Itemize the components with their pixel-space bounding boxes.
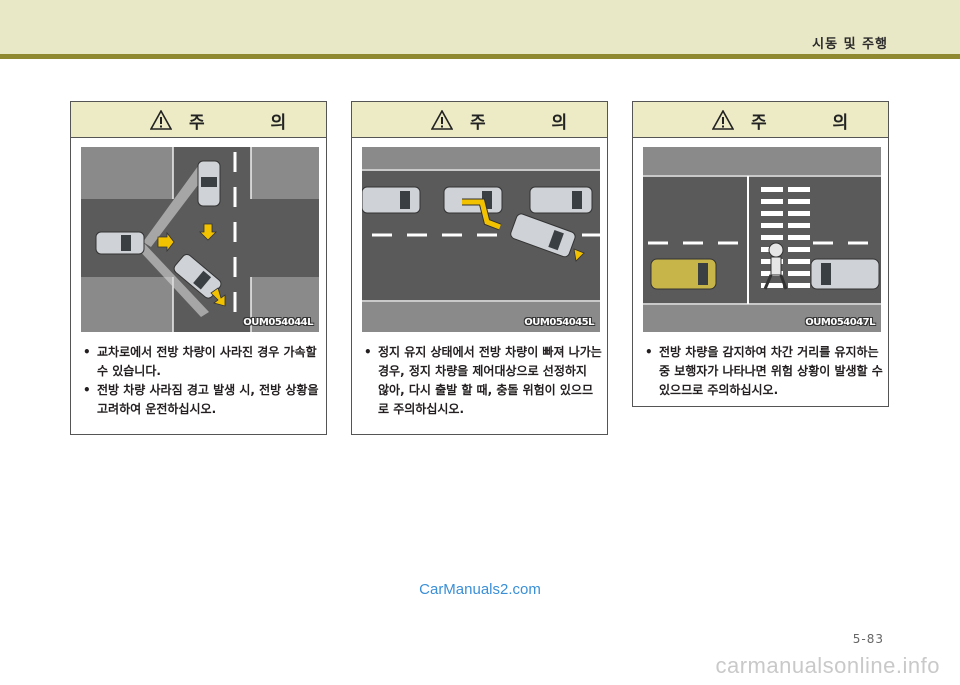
- caution-header: 주 의: [71, 102, 326, 138]
- caution-title: 주 의: [189, 113, 317, 133]
- figure-code: OUM054044L: [243, 317, 313, 328]
- bullet-item: 전방 차량을 감지하여 차간 거리를 유지하는 중 보행자가 나타나면 위험 상…: [645, 343, 883, 400]
- footer-watermark: carmanualsonline.info: [715, 653, 940, 678]
- caution-card-1: 주 의 OUM054044L • 교차로에서 전방 차량이 사라진 경우 가속할…: [70, 101, 327, 435]
- caution-header: 주 의: [352, 102, 607, 138]
- header-rule: [0, 54, 960, 59]
- warning-triangle-icon: [712, 110, 734, 130]
- bullet-item: 교차로에서 전방 차량이 사라진 경우 가속할 수 있습니다.: [83, 343, 321, 381]
- warning-triangle-icon: [150, 110, 172, 130]
- caution-card-3: 주 의 OUM054047L • 전방 차량을 감지하여 차간 거리를 유지하는…: [632, 101, 889, 407]
- section-title: 시동 및 주행: [812, 37, 888, 52]
- intersection-illustration: OUM054044L: [81, 147, 319, 332]
- watermark-link[interactable]: CarManuals2.com: [0, 581, 960, 598]
- figure-code: OUM054047L: [805, 317, 875, 328]
- bullet-list: 정지 유지 상태에서 전방 차량이 빠져 나가는 경우, 정지 차량을 제어대상…: [364, 343, 602, 419]
- bullet-item: 정지 유지 상태에서 전방 차량이 빠져 나가는 경우, 정지 차량을 제어대상…: [364, 343, 602, 419]
- lane-departure-illustration: OUM054045L: [362, 147, 600, 332]
- bullet-item: 전방 차량 사라짐 경고 발생 시, 전방 상황을 고려하여 운전하십시오.: [83, 381, 321, 419]
- pedestrian-crossing-illustration: OUM054047L: [643, 147, 881, 332]
- caution-card-2: 주 의 OUM054045L • 정지 유지 상태에서 전방 차량이 빠져 나가…: [351, 101, 608, 435]
- caution-title: 주 의: [470, 113, 598, 133]
- warning-triangle-icon: [431, 110, 453, 130]
- caution-title: 주 의: [751, 113, 879, 133]
- bullet-list: 전방 차량을 감지하여 차간 거리를 유지하는 중 보행자가 나타나면 위험 상…: [645, 343, 883, 400]
- caution-header: 주 의: [633, 102, 888, 138]
- page-number: 5-83: [852, 632, 884, 646]
- figure-code: OUM054045L: [524, 317, 594, 328]
- bullet-list: 교차로에서 전방 차량이 사라진 경우 가속할 수 있습니다. 전방 차량 사라…: [83, 343, 321, 419]
